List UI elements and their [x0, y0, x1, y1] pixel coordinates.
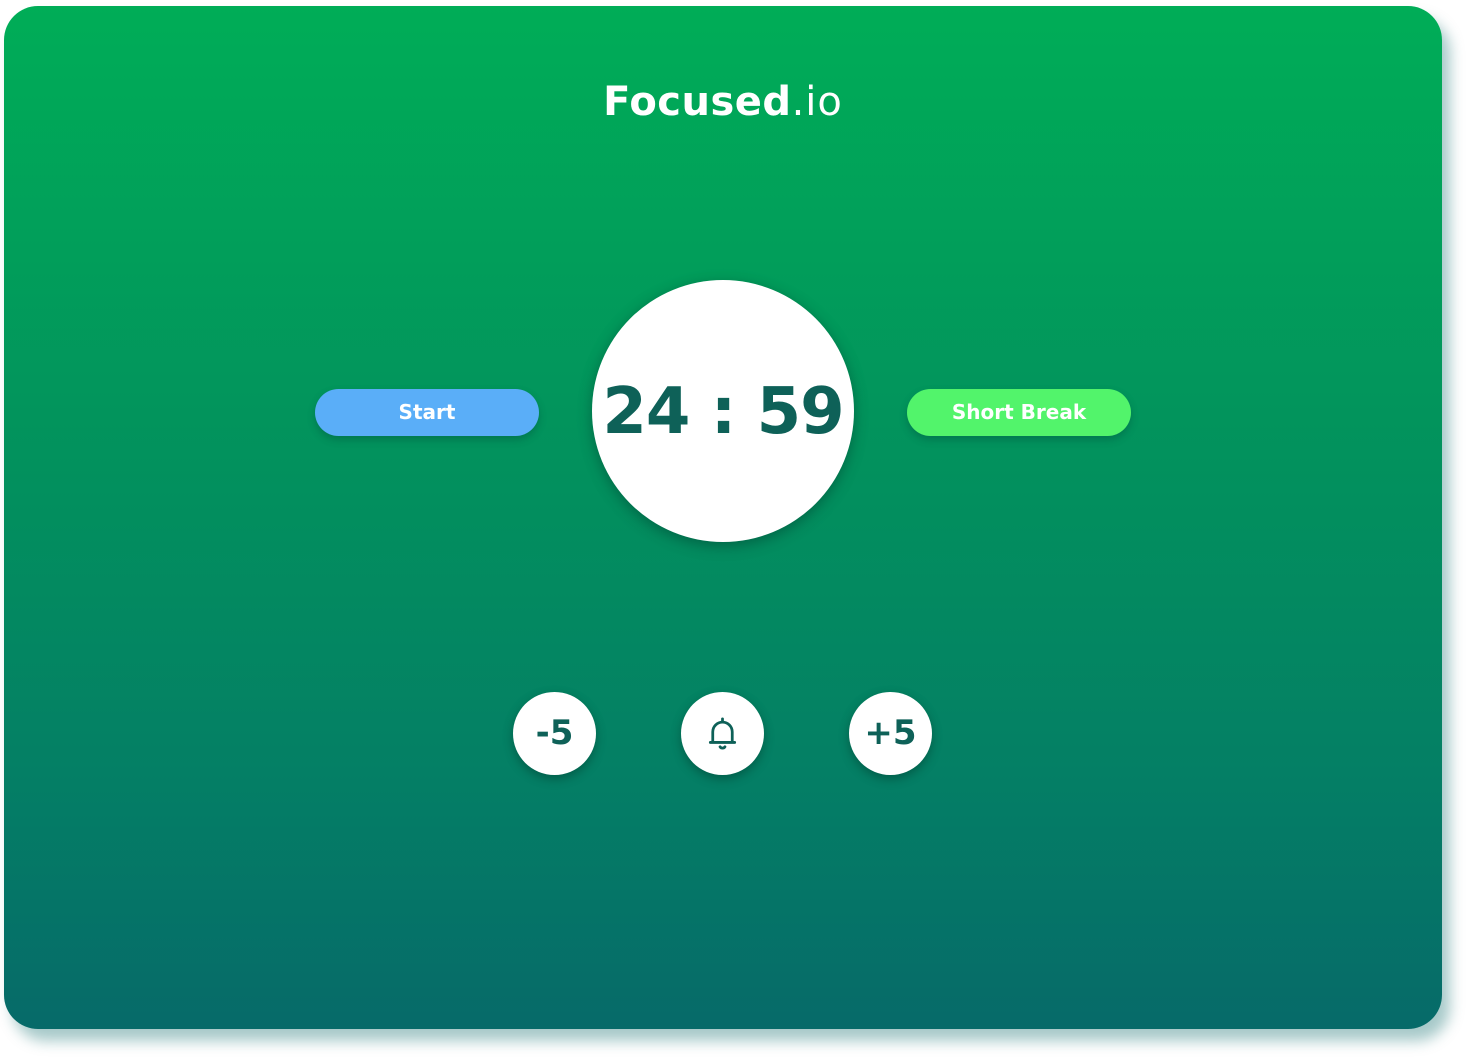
bell-button[interactable]: [681, 692, 764, 775]
app-title-sub: .io: [791, 79, 843, 125]
app-title-main: Focused: [603, 79, 792, 125]
timer-circle: 24 : 59: [592, 280, 854, 542]
short-break-button[interactable]: Short Break: [907, 389, 1131, 436]
app-title: Focused.io: [4, 72, 1442, 132]
start-button[interactable]: Start: [315, 389, 539, 436]
plus-five-button[interactable]: +5: [849, 692, 932, 775]
bell-icon: [708, 717, 737, 750]
timer-display: 24 : 59: [602, 375, 844, 449]
app-card: Focused.io Start 24 : 59 Short Break -5 …: [4, 6, 1442, 1029]
minus-five-button[interactable]: -5: [513, 692, 596, 775]
